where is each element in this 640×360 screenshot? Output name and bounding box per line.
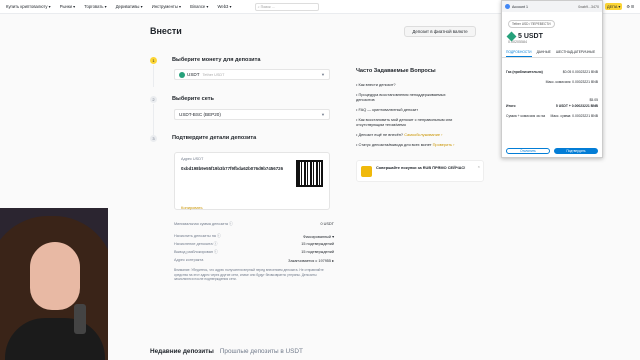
info-row: Вывод разблокирован ⓘ 15 подтверждений [174, 250, 334, 255]
nav-item-trade[interactable]: Торговать ▾ [84, 4, 106, 9]
faq-item[interactable]: • Депозит ещё не внесён? Самообслуживани… [356, 132, 464, 137]
wallet-row: $5.05 [589, 98, 599, 102]
wallet-row: Газ (приблизительно) $0.05 0.00023221 BNB [506, 70, 598, 74]
wallet-popup: Account 1 0xab9...3470 Tether USD / ПЕРЕ… [501, 0, 603, 158]
reject-button[interactable]: Отклонить [506, 148, 550, 154]
chevron-down-icon: ▼ [321, 112, 325, 117]
faq-item[interactable]: • FAQ — криптовалютный депозит [356, 107, 464, 112]
wallet-amount-value: 5 USDT [518, 33, 543, 40]
promo-banner[interactable]: Совершайте покупки за RUB ПРЯМО СЕЙЧАС! … [356, 160, 484, 182]
network-select[interactable]: USDT-BSC (BEP20) ▼ [174, 109, 330, 120]
tab-details[interactable]: ПОДРОБНОСТИ [506, 50, 532, 57]
page-title: Внести [150, 26, 182, 36]
top-right-controls: ДЕПА ▾ ⚙ ☰ [605, 3, 634, 10]
info-row: Начисление депозита ⓘ 15 подтверждений [174, 242, 334, 247]
info-row: Начислить депозиты на ⓘ Фиксированный ▾ [174, 234, 334, 239]
step-label: Выберите сеть [172, 96, 214, 102]
step-connector [153, 65, 154, 87]
tab-data[interactable]: ДАННЫЕ [537, 50, 551, 57]
promo-text: Совершайте покупки за RUB ПРЯМО СЕЙЧАС! [376, 165, 466, 170]
wallet-row: Итого 5 USDT + 0.00023221 BNB [506, 104, 598, 108]
deposit-address-card: Адрес USDT 0xbd198b9e55f19b3b77f9fbda62b… [174, 152, 330, 210]
deposit-history-tabs: Недавние депозиты Прошлые депозиты в USD… [150, 348, 303, 355]
wallet-action-pill: Tether USD / ПЕРЕВЕСТИ [508, 20, 555, 28]
wallet-amount: 5 USDT [506, 31, 602, 42]
step-number: 3 [150, 135, 157, 142]
copy-address-button[interactable]: Копировать [181, 205, 203, 210]
deposit-warning-note: Внимание: Убедитесь, что адрес получател… [174, 268, 324, 281]
tab-hex[interactable]: ШЕСТНАДЦАТЕРИЧНЫЕ [556, 50, 595, 57]
usdt-icon [179, 71, 185, 78]
self-service-link[interactable]: Самообслуживание › [404, 132, 442, 137]
step-number: 1 [150, 57, 157, 64]
faq-panel: Часто Задаваемые Вопросы • Как внести де… [356, 68, 464, 152]
nav-item-tools[interactable]: Инструменты ▾ [152, 4, 181, 9]
info-key: Начислить депозиты на ⓘ [174, 234, 221, 238]
confirm-button[interactable]: Подтвердить [554, 148, 598, 154]
tab-recent-deposits[interactable]: Недавние депозиты [150, 348, 214, 355]
address-label: Адрес USDT [181, 157, 204, 161]
wallet-row: Сумма + комиссия за газ Макс. сумма: 0.00… [506, 114, 598, 118]
coin-select-value: USDT [187, 72, 200, 77]
info-row: Минимальная сумма депозита ⓘ 0 USDT [174, 222, 334, 227]
nav-item-buy-crypto[interactable]: Купить криптовалюту ▾ [6, 4, 51, 9]
settings-icon[interactable]: ⚙ ☰ [626, 4, 634, 9]
info-value: 0 USDT [320, 222, 334, 226]
wallet-fiat-value: 0.00205584 [508, 40, 527, 44]
wallet-account[interactable]: Account 1 [512, 5, 528, 9]
step-connector [153, 104, 154, 136]
wallet-footer: Отклонить Подтвердить [506, 148, 598, 154]
wallet-header: Account 1 0xab9...3470 [502, 1, 602, 12]
language-button[interactable]: ДЕПА ▾ [605, 3, 623, 10]
qr-code [296, 160, 323, 187]
network-icon [505, 4, 510, 9]
wallet-account-address: 0xab9...3470 [578, 4, 599, 9]
info-key: Начисление депозита ⓘ [174, 242, 218, 246]
nav-item-derivatives[interactable]: Деривативы ▾ [116, 4, 143, 9]
nav-item-markets[interactable]: Рынки ▾ [60, 4, 76, 9]
info-key: Вывод разблокирован ⓘ [174, 250, 218, 254]
credit-mode-select[interactable]: Фиксированный ▾ [303, 234, 334, 239]
webcam-overlay [0, 208, 108, 360]
info-value: 15 подтверждений [301, 250, 334, 254]
faq-item[interactable]: • Процедура восстановления неподдерживае… [356, 92, 464, 102]
close-icon[interactable]: × [478, 164, 480, 169]
coin-select-sub: Tether USDT [202, 72, 225, 77]
coin-select[interactable]: USDT Tether USDT ▼ [174, 69, 330, 80]
wallet-tabs: ПОДРОБНОСТИ ДАННЫЕ ШЕСТНАДЦАТЕРИЧНЫЕ [502, 50, 602, 58]
step-label: Выберите монету для депозита [172, 57, 261, 63]
network-select-value: USDT-BSC (BEP20) [179, 112, 221, 117]
faq-item[interactable]: • Как внести депозит? [356, 82, 464, 87]
faq-item[interactable]: • Как восстановить мой депозит с неправи… [356, 117, 464, 127]
check-status-link[interactable]: Проверить › [433, 142, 455, 147]
tab-past-deposits[interactable]: Прошлые депозиты в USDT [220, 348, 303, 355]
gift-icon [361, 166, 372, 177]
contract-address-link[interactable]: Заканчивается с 197955 ▸ [288, 258, 334, 263]
chevron-down-icon: ▼ [321, 72, 325, 77]
step-number: 2 [150, 96, 157, 103]
info-key: Адрес контракта [174, 258, 204, 262]
faq-item[interactable]: • Статус депозита/вывода для всех монет … [356, 142, 464, 147]
nav-item-web3[interactable]: Web3 ▾ [218, 4, 232, 9]
step-label: Подтвердите детали депозита [172, 135, 257, 141]
info-value: 15 подтверждений [301, 242, 334, 246]
info-row: Адрес контракта Заканчивается с 197955 ▸ [174, 258, 334, 263]
webcam-face [30, 242, 80, 310]
faq-title: Часто Задаваемые Вопросы [356, 68, 436, 74]
nav-item-binance[interactable]: Binance ▾ [190, 4, 208, 9]
search-placeholder: Поиск ... [260, 4, 275, 9]
info-key: Минимальная сумма депозита ⓘ [174, 222, 233, 226]
fiat-deposit-button[interactable]: Депозит в фиатной валюте [404, 26, 476, 37]
search-input[interactable]: ⌕ Поиск ... [254, 2, 319, 11]
microphone-icon [74, 304, 86, 334]
deposit-address[interactable]: 0xbd198b9e55f19b3b77f9fbda62b076d9b74567… [181, 166, 289, 172]
